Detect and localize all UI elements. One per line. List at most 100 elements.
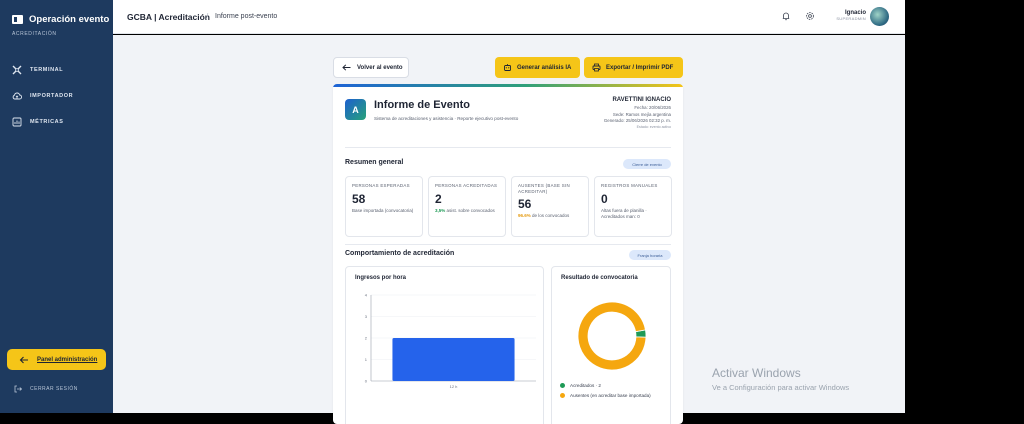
kpi-description: 3,5% asist. sobre convocados xyxy=(435,208,499,214)
kpi-description: Base importada (convocatoria) xyxy=(352,207,414,213)
kpi-value: 56 xyxy=(518,197,532,212)
printer-icon xyxy=(592,63,601,72)
divider xyxy=(345,147,671,148)
y-tick-label: 1 xyxy=(365,357,368,362)
back-to-event-label: Volver al evento xyxy=(357,64,403,71)
kpi-card-accredited: PERSONAS ACREDITADAS 2 3,5% asist. sobre… xyxy=(428,176,506,237)
y-tick-label: 0 xyxy=(365,379,368,384)
logout-button[interactable]: CERRAR SESIÓN xyxy=(14,385,78,393)
kpi-label: REGISTROS MANUALES xyxy=(601,183,658,188)
brand-subtitle: ACREDITACIÓN xyxy=(12,31,57,37)
back-to-event-button[interactable]: Volver al evento xyxy=(333,57,409,78)
generate-ai-analysis-label: Generar análisis IA xyxy=(517,64,572,71)
chart-title: Ingresos por hora xyxy=(355,275,407,281)
kpi-card-expected: PERSONAS ESPERADAS 58 Base importada (co… xyxy=(345,176,423,237)
brand[interactable]: Operación evento xyxy=(12,14,109,25)
result-chart-panel: Resultado de convocatoria Acreditados · … xyxy=(551,266,671,424)
chart-icon xyxy=(12,117,22,127)
sidebar-nav: TERMINAL IMPORTADOR MÉTRICAS xyxy=(12,57,73,135)
main-content: Volver al evento Generar análisis IA Exp… xyxy=(113,35,905,424)
export-pdf-label: Exportar / Imprimir PDF xyxy=(606,64,674,71)
bar-12-h xyxy=(392,338,515,381)
windows-activation-watermark: Activar Windows Ve a Configuración para … xyxy=(712,366,849,392)
admin-panel-label: Panel administración xyxy=(37,356,98,363)
arrow-left-icon xyxy=(19,356,28,363)
logout-icon xyxy=(14,385,22,393)
report-generated: Generado: 25/06/2026 02:32 p. m. xyxy=(603,118,671,124)
brand-title: Operación evento xyxy=(29,14,110,25)
robot-icon xyxy=(504,64,511,71)
legend-item-accredited: Acreditados · 2 xyxy=(560,383,601,388)
kpi-description: 96.6% de los convocados xyxy=(518,213,582,219)
user-info[interactable]: Ignacio SUPERADMIN xyxy=(828,10,866,21)
behavior-pill: Franja horaria xyxy=(629,250,671,260)
topbar: GCBA | Acreditación / Informe post-event… xyxy=(113,0,905,34)
kpi-percent: 3,5% xyxy=(435,207,446,213)
sidebar-item-terminal[interactable]: TERMINAL xyxy=(12,57,73,83)
breadcrumb-separator: / xyxy=(206,12,209,21)
result-donut-chart xyxy=(577,301,647,371)
summary-title: Resumen general xyxy=(345,159,404,166)
y-tick-label: 4 xyxy=(365,293,368,298)
report-date: Fecha: 20/06/2026 xyxy=(634,105,671,110)
sidebar-item-metricas[interactable]: MÉTRICAS xyxy=(12,109,73,135)
kpi-label: PERSONAS ACREDITADAS xyxy=(435,183,498,188)
sidebar-item-label: MÉTRICAS xyxy=(30,119,64,125)
y-tick-label: 2 xyxy=(365,336,368,341)
watermark-title: Activar Windows xyxy=(712,366,801,380)
legend-label: Acreditados · 2 xyxy=(570,383,601,388)
kpi-card-absent: AUSENTES (BASE SIN ACREDITAR) 56 96.6% d… xyxy=(511,176,589,237)
x-tick-label: 12 h xyxy=(450,384,458,389)
report-badge: A xyxy=(345,99,366,120)
sidebar-item-importador[interactable]: IMPORTADOR xyxy=(12,83,73,109)
logout-label: CERRAR SESIÓN xyxy=(30,386,78,392)
chart-title: Resultado de convocatoria xyxy=(561,275,638,281)
report-owner: RAVETTINI IGNACIO xyxy=(612,97,671,103)
generate-ai-analysis-button[interactable]: Generar análisis IA xyxy=(495,57,580,78)
hourly-chart-panel: Ingresos por hora 0 1 2 3 4 12 h xyxy=(345,266,544,424)
summary-pill: Cierre de evento xyxy=(623,159,671,169)
brand-stripe xyxy=(333,84,683,87)
legend-label: Ausentes (en acreditar base importada) xyxy=(570,393,651,398)
sidebar-item-label: TERMINAL xyxy=(30,67,64,73)
divider xyxy=(345,244,671,245)
breadcrumb-root[interactable]: GCBA | Acreditación xyxy=(127,12,210,22)
report-subtitle: Sistema de acreditaciones y asistencia ·… xyxy=(374,116,519,121)
kpi-label: AUSENTES (BASE SIN ACREDITAR) xyxy=(518,183,571,194)
cloud-upload-icon xyxy=(12,92,22,100)
bell-icon[interactable] xyxy=(781,11,791,21)
avatar[interactable] xyxy=(870,7,889,26)
kpi-value: 58 xyxy=(352,191,366,206)
report-status: Estado: evento activo xyxy=(636,124,671,129)
sidebar-item-label: IMPORTADOR xyxy=(30,93,74,99)
kpi-description-text: asist. sobre convocados xyxy=(446,207,495,213)
sidebar: Operación evento ACREDITACIÓN TERMINAL I… xyxy=(0,0,113,413)
legend-swatch xyxy=(560,383,565,388)
kpi-percent: 96.6% xyxy=(518,213,531,219)
y-tick-label: 3 xyxy=(365,314,368,319)
gear-icon[interactable] xyxy=(805,11,815,21)
kpi-value: 0 xyxy=(601,191,608,206)
terminal-icon xyxy=(12,65,22,75)
behavior-title: Comportamiento de acreditación xyxy=(345,250,455,257)
kpi-description: Altas fuera de planilla · Acreditados ma… xyxy=(601,207,647,219)
user-role: SUPERADMIN xyxy=(836,16,866,21)
report-meta: RAVETTINI IGNACIO Fecha: 20/06/2026 Sede… xyxy=(541,97,671,129)
kpi-value: 2 xyxy=(435,191,442,206)
building-icon xyxy=(12,15,23,24)
kpi-description-text: de los convocados xyxy=(532,213,570,219)
report-title: Informe de Evento xyxy=(374,99,470,111)
kpi-card-manual: REGISTROS MANUALES 0 Altas fuera de plan… xyxy=(594,176,672,237)
report-venue: Sede: Ramos mejía argentina xyxy=(612,111,671,117)
hourly-bar-chart: 0 1 2 3 4 12 h xyxy=(365,293,536,389)
kpi-label: PERSONAS ESPERADAS xyxy=(352,183,410,188)
admin-panel-button[interactable]: Panel administración xyxy=(7,349,106,370)
legend-item-absent: Ausentes (en acreditar base importada) xyxy=(560,393,660,398)
screen-edge xyxy=(905,0,1024,413)
arrow-left-icon xyxy=(342,64,351,71)
app: Operación evento ACREDITACIÓN TERMINAL I… xyxy=(0,0,1024,424)
report-card: A Informe de Evento Sistema de acreditac… xyxy=(333,84,683,424)
export-pdf-button[interactable]: Exportar / Imprimir PDF xyxy=(584,57,683,78)
watermark-subtitle: Ve a Configuración para activar Windows xyxy=(712,383,850,392)
legend-swatch xyxy=(560,393,565,398)
